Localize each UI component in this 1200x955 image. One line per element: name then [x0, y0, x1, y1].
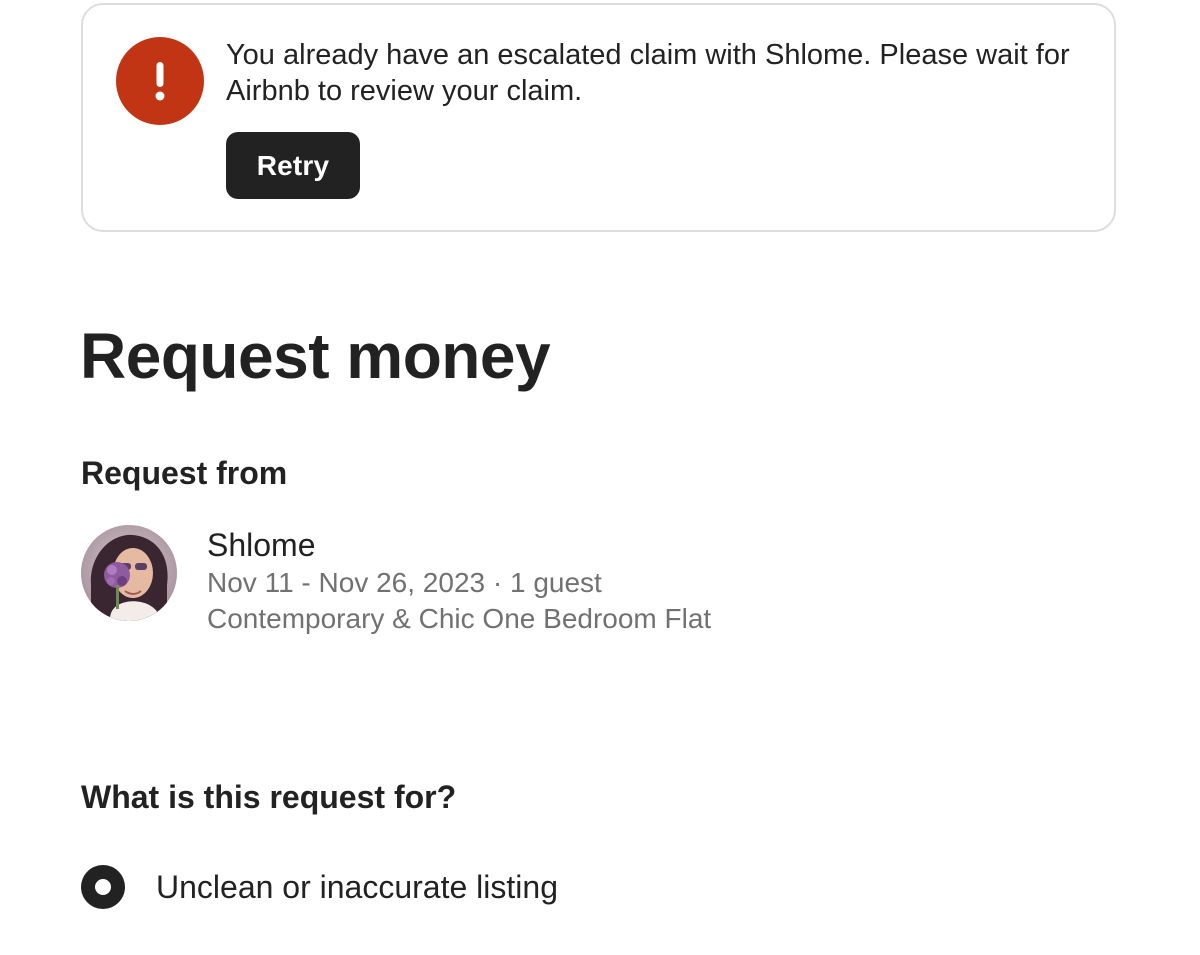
retry-button[interactable]: Retry — [226, 132, 360, 199]
exclamation-icon — [116, 37, 204, 125]
guest-name: Shlome — [207, 527, 316, 563]
request-purpose-heading: What is this request for? — [81, 779, 457, 815]
guest-avatar — [81, 525, 177, 621]
radio-option-unclean-listing[interactable]: Unclean or inaccurate listing — [81, 864, 641, 910]
stay-dates: Nov 11 - Nov 26, 2023 · 1 guest — [207, 567, 602, 598]
error-banner: You already have an escalated claim with… — [81, 3, 1116, 232]
radio-dot — [95, 879, 111, 895]
request-money-page: You already have an escalated claim with… — [0, 0, 1200, 955]
page-title: Request money — [80, 320, 551, 392]
error-message: You already have an escalated claim with… — [226, 39, 1070, 107]
listing-name: Contemporary & Chic One Bedroom Flat — [207, 603, 712, 634]
radio-selected-icon[interactable] — [81, 865, 125, 909]
radio-option-label: Unclean or inaccurate listing — [156, 869, 558, 905]
guest-summary: Shlome Nov 11 - Nov 26, 2023 · 1 guest C… — [81, 525, 781, 645]
request-from-heading: Request from — [81, 455, 288, 491]
